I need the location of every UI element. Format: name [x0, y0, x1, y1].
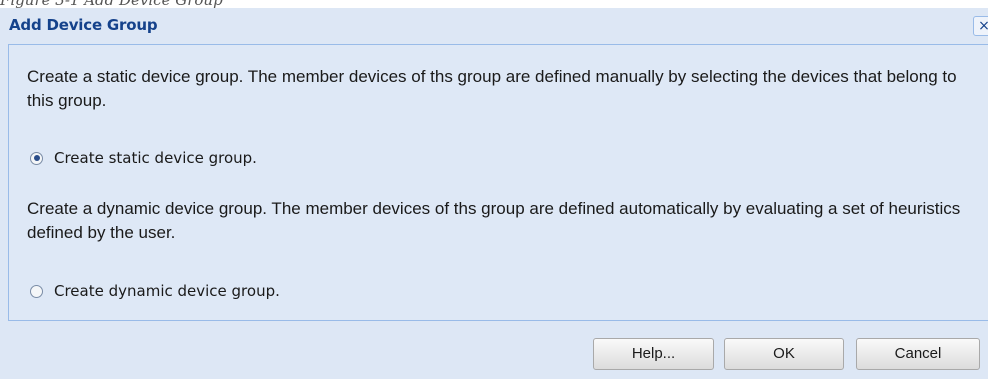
dialog-title: Add Device Group	[9, 16, 158, 34]
cancel-button[interactable]: Cancel	[856, 338, 980, 370]
static-group-description: Create a static device group. The member…	[27, 67, 957, 110]
static-group-radio[interactable]	[30, 151, 43, 165]
help-button[interactable]: Help...	[593, 338, 714, 370]
close-icon: ×	[978, 18, 988, 34]
dynamic-group-option[interactable]: Create dynamic device group.	[30, 280, 280, 302]
cropped-caption-strip: Figure 3-1 Add Device Group	[0, 0, 988, 8]
cropped-caption-text: Figure 3-1 Add Device Group	[0, 0, 223, 8]
close-button[interactable]: ×	[973, 16, 988, 36]
add-device-group-dialog: Add Device Group × Create a static devic…	[0, 8, 988, 379]
dynamic-group-radio-label[interactable]: Create dynamic device group.	[54, 282, 280, 300]
dynamic-group-description: Create a dynamic device group. The membe…	[27, 199, 961, 242]
dialog-title-bar[interactable]: Add Device Group ×	[0, 8, 988, 44]
ok-button[interactable]: OK	[724, 338, 844, 370]
static-group-option[interactable]: Create static device group.	[30, 147, 257, 169]
dialog-body: Create a static device group. The member…	[8, 44, 988, 321]
dynamic-group-radio[interactable]	[30, 284, 43, 298]
static-group-radio-label[interactable]: Create static device group.	[54, 149, 257, 167]
